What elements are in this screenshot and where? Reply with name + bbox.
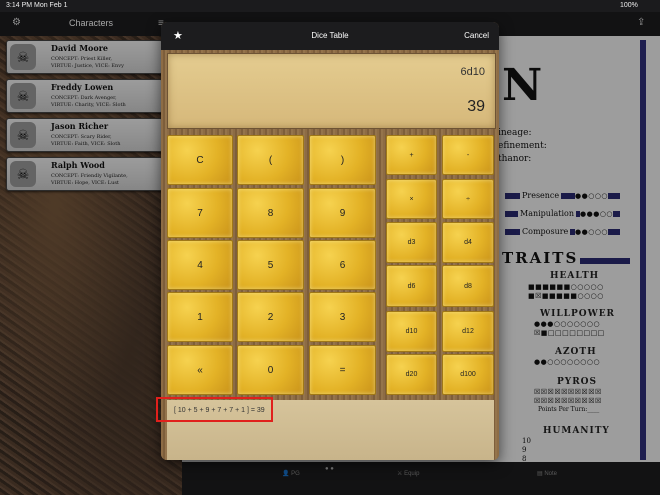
cancel-button[interactable]: Cancel: [464, 31, 489, 40]
key-d6[interactable]: d6: [386, 265, 437, 307]
key-6[interactable]: 6: [309, 240, 376, 290]
key-1[interactable]: 1: [167, 292, 233, 342]
key-d20[interactable]: d20: [386, 354, 437, 395]
key-5[interactable]: 5: [237, 240, 304, 290]
key-open-paren[interactable]: (: [237, 135, 304, 185]
key-close-paren[interactable]: ): [309, 135, 376, 185]
status-bar: 3:14 PM Mon Feb 1 100%: [0, 0, 660, 12]
key-plus[interactable]: +: [386, 135, 437, 175]
status-time: 3:14 PM: [6, 2, 33, 9]
key-d10[interactable]: d10: [386, 311, 437, 352]
dice-expression: 6d10: [460, 66, 485, 78]
dice-display: 6d10 39: [167, 53, 496, 129]
key-3[interactable]: 3: [309, 292, 376, 342]
status-date: Mon Feb 1: [34, 2, 68, 9]
key-9[interactable]: 9: [309, 188, 376, 238]
key-4[interactable]: 4: [167, 240, 233, 290]
dice-result: 39: [467, 98, 485, 115]
key-d100[interactable]: d100: [442, 354, 494, 395]
key-d4[interactable]: d4: [442, 222, 494, 263]
modal-header: ★ Dice Table Cancel: [161, 22, 499, 50]
key-backspace[interactable]: «: [167, 345, 233, 395]
dice-table-modal: ★ Dice Table Cancel 6d10 39 C ( ) 7 8 9 …: [161, 22, 499, 460]
key-d12[interactable]: d12: [442, 311, 494, 352]
key-divide[interactable]: ÷: [442, 179, 494, 219]
battery-level: 100%: [620, 2, 638, 9]
key-minus[interactable]: -: [442, 135, 494, 175]
key-d3[interactable]: d3: [386, 222, 437, 263]
key-8[interactable]: 8: [237, 188, 304, 238]
highlight-box: [156, 397, 273, 422]
key-multiply[interactable]: ×: [386, 179, 437, 219]
key-2[interactable]: 2: [237, 292, 304, 342]
key-equals[interactable]: =: [309, 345, 376, 395]
key-clear[interactable]: C: [167, 135, 233, 185]
modal-title: Dice Table: [311, 31, 349, 40]
key-7[interactable]: 7: [167, 188, 233, 238]
key-0[interactable]: 0: [237, 345, 304, 395]
key-d8[interactable]: d8: [442, 265, 494, 307]
